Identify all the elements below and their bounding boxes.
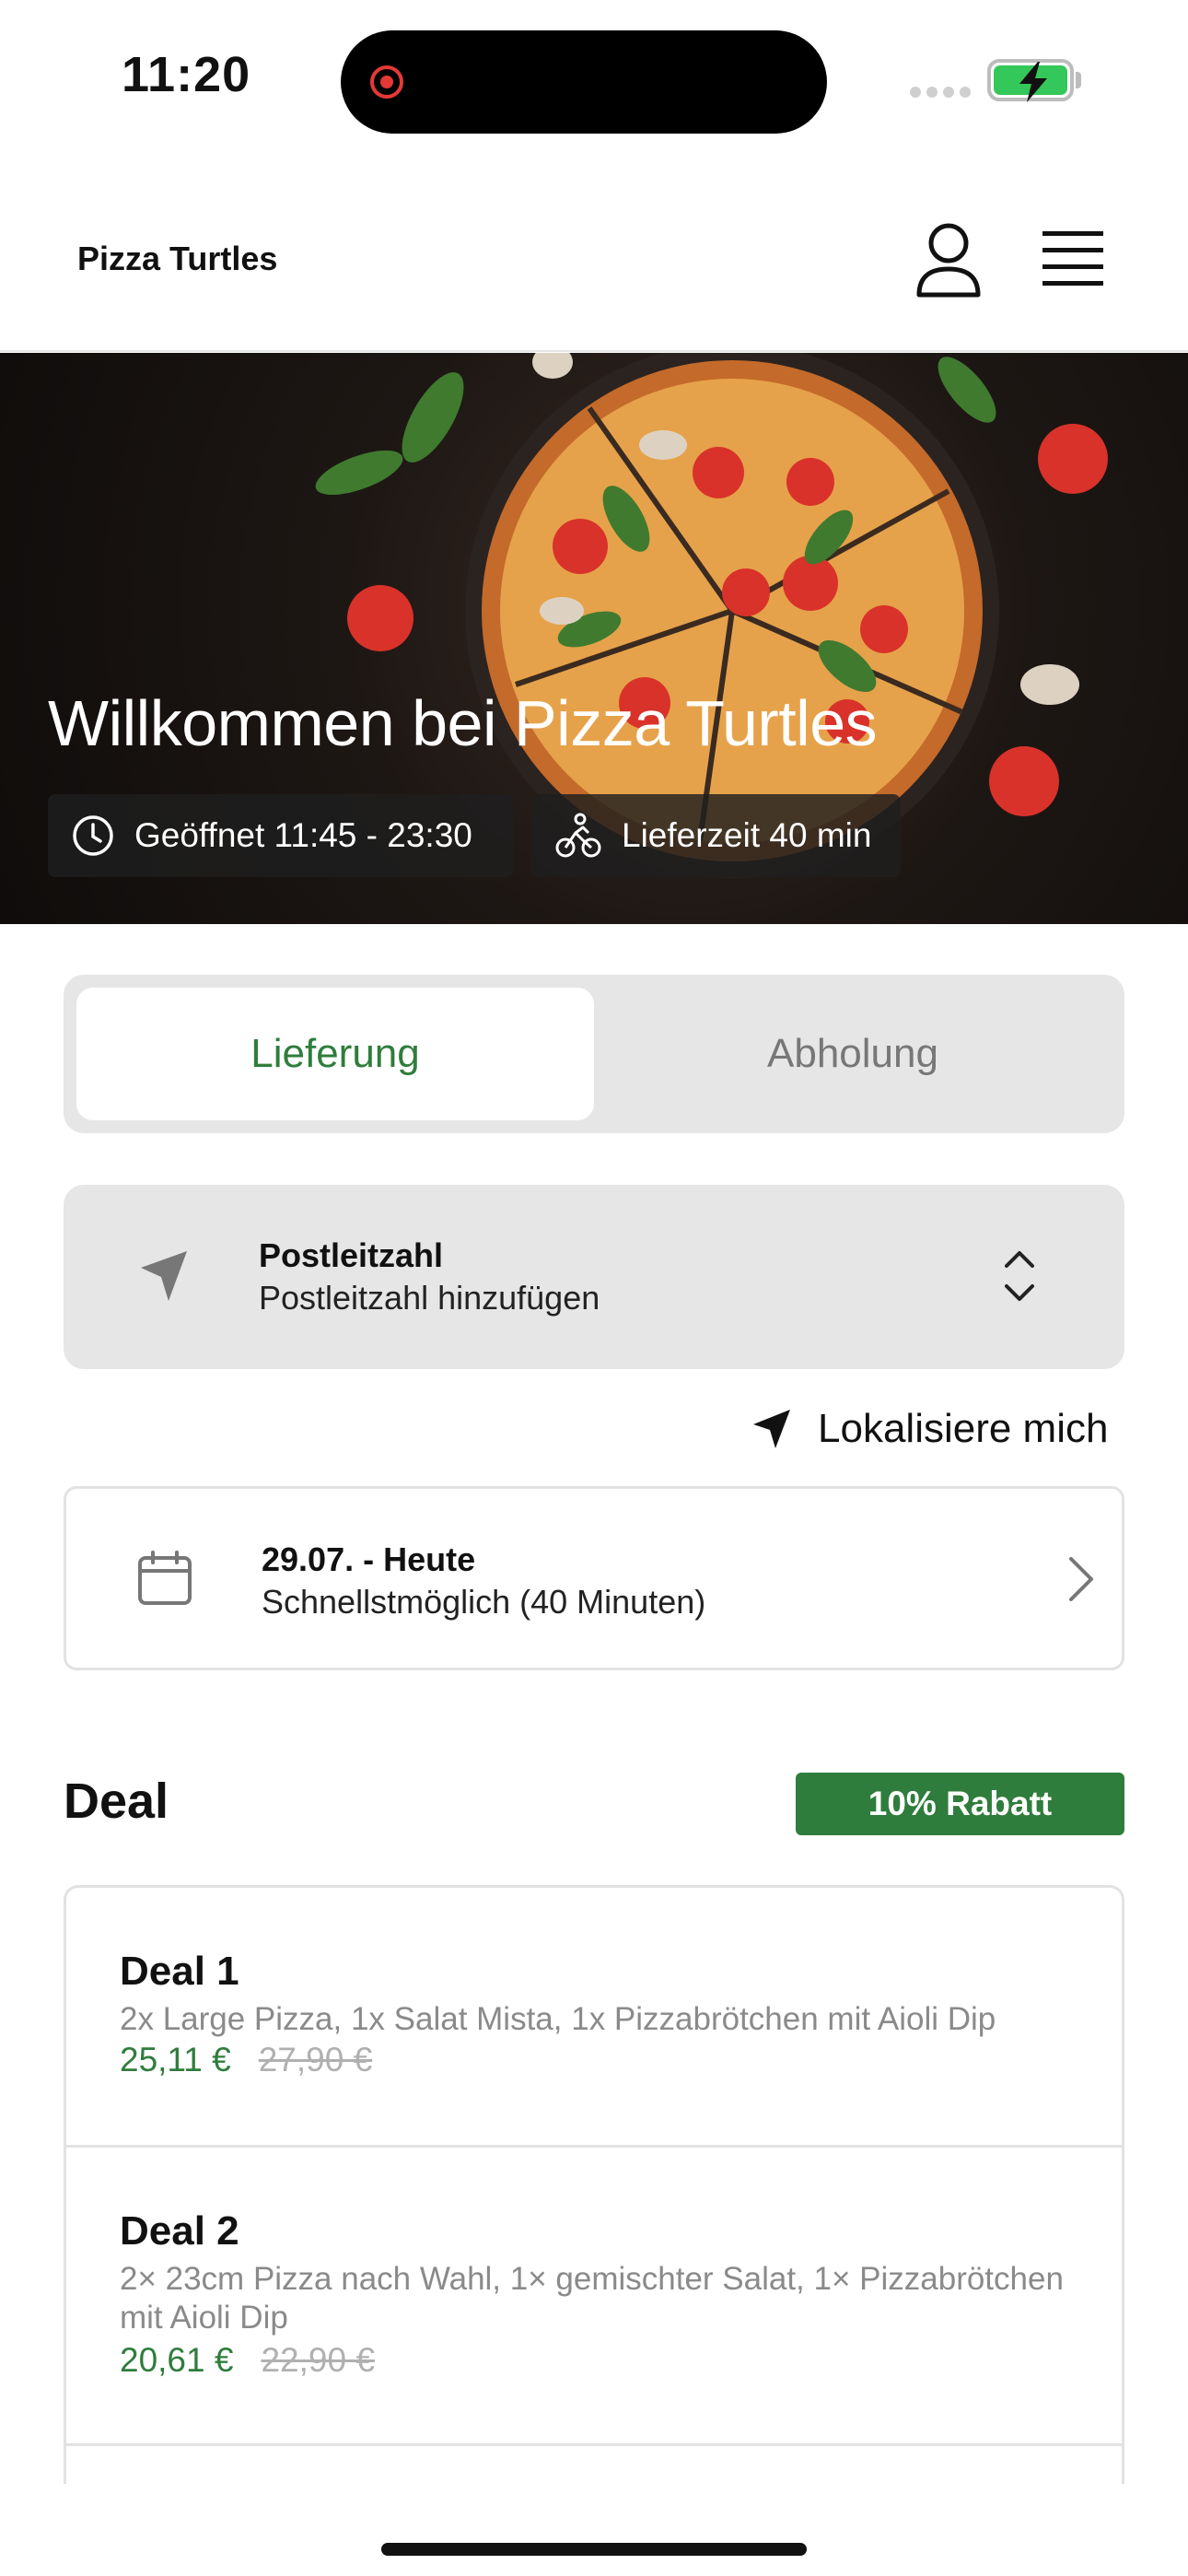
deal-price-row: 25,11 € 27,90 € bbox=[120, 2041, 372, 2079]
locate-me-button[interactable]: Lokalisiere mich bbox=[751, 1404, 1108, 1454]
deal-item[interactable]: Deal 1 2x Large Pizza, 1x Salat Mista, 1… bbox=[66, 1888, 1122, 2148]
status-bar: 11:20 bbox=[0, 0, 1188, 157]
battery-icon bbox=[987, 59, 1074, 102]
discount-badge: 10% Rabatt bbox=[796, 1773, 1124, 1835]
signal-icon bbox=[910, 87, 971, 98]
home-indicator[interactable] bbox=[381, 2543, 807, 2556]
deal-name: Deal 2 bbox=[120, 2208, 239, 2254]
opening-hours-chip: Geöffnet 11:45 - 23:30 bbox=[48, 794, 514, 877]
location-arrow-icon bbox=[141, 1251, 187, 1301]
delivery-date: 29.07. - Heute bbox=[262, 1540, 476, 1578]
delivery-time-chip: Lieferzeit 40 min bbox=[531, 794, 901, 877]
tab-pickup[interactable]: Abholung bbox=[594, 988, 1112, 1120]
postcode-label: Postleitzahl bbox=[259, 1236, 444, 1274]
location-arrow-icon bbox=[753, 1410, 790, 1448]
brand-name[interactable]: Pizza Turtles bbox=[77, 240, 277, 278]
user-icon bbox=[916, 223, 981, 298]
opening-hours-text: Geöffnet 11:45 - 23:30 bbox=[134, 816, 472, 854]
deal-old-price: 22,90 € bbox=[261, 2341, 375, 2379]
postcode-placeholder[interactable]: Postleitzahl hinzufügen bbox=[259, 1279, 600, 1317]
postcode-field[interactable]: Postleitzahl Postleitzahl hinzufügen bbox=[64, 1185, 1124, 1369]
recording-icon bbox=[370, 65, 403, 99]
clock-icon bbox=[73, 815, 113, 856]
order-mode-toggle: Lieferung Abholung bbox=[64, 975, 1124, 1133]
chevron-right-icon bbox=[1069, 1557, 1093, 1601]
deal-description: 2x Large Pizza, 1x Salat Mista, 1x Pizza… bbox=[120, 2001, 996, 2037]
deal-price: 20,61 € bbox=[120, 2341, 234, 2379]
delivery-time-selector[interactable]: 29.07. - Heute Schnellstmöglich (40 Minu… bbox=[64, 1486, 1124, 1670]
deal-item[interactable]: Deal 2 2× 23cm Pizza nach Wahl, 1× gemis… bbox=[66, 2148, 1122, 2446]
tab-delivery[interactable]: Lieferung bbox=[76, 988, 594, 1120]
bicycle-rider-icon bbox=[555, 813, 601, 858]
deal-name: Deal 1 bbox=[120, 1949, 239, 1994]
deal-price: 25,11 € bbox=[120, 2041, 231, 2078]
deal-price-row: 20,61 € 22,90 € bbox=[120, 2341, 375, 2380]
battery-cap bbox=[1076, 72, 1081, 88]
hero-title: Willkommen bei Pizza Turtles bbox=[48, 687, 878, 759]
calendar-icon bbox=[138, 1551, 192, 1605]
deal-description: 2× 23cm Pizza nach Wahl, 1× gemischter S… bbox=[120, 2261, 1064, 2336]
hamburger-menu-icon bbox=[1042, 231, 1103, 286]
locate-me-label: Lokalisiere mich bbox=[818, 1406, 1109, 1451]
chevron-up-down-icon bbox=[1005, 1251, 1034, 1301]
charging-bolt-icon bbox=[1019, 62, 1047, 102]
status-time: 11:20 bbox=[122, 47, 251, 102]
section-title: Deal bbox=[64, 1774, 169, 1829]
account-button[interactable] bbox=[914, 221, 984, 299]
hero-banner: Willkommen bei Pizza Turtles Geöffnet 11… bbox=[0, 353, 1188, 924]
app-header: Pizza Turtles bbox=[0, 184, 1188, 352]
deal-old-price: 27,90 € bbox=[258, 2041, 373, 2078]
menu-button[interactable] bbox=[1042, 228, 1105, 289]
deal-list: Deal 1 2x Large Pizza, 1x Salat Mista, 1… bbox=[64, 1885, 1124, 2484]
delivery-time-text: Lieferzeit 40 min bbox=[622, 816, 872, 854]
delivery-time-option: Schnellstmöglich (40 Minuten) bbox=[262, 1583, 706, 1621]
dynamic-island bbox=[341, 30, 827, 134]
